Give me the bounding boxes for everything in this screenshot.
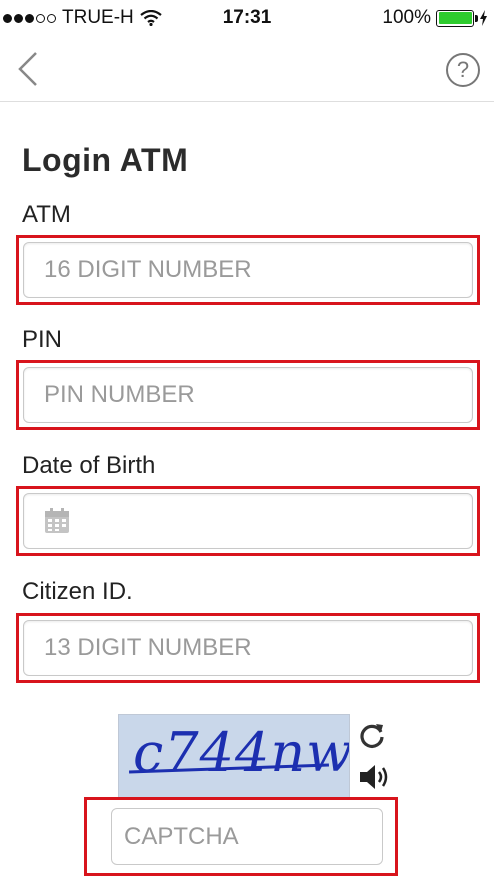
help-button[interactable]: ? [446, 53, 480, 87]
captcha-field-highlight [84, 797, 398, 876]
captcha-refresh-button[interactable] [357, 720, 387, 750]
citizen-id-field-highlight [16, 613, 480, 683]
captcha-audio-button[interactable] [357, 762, 393, 792]
back-button[interactable] [14, 50, 44, 88]
atm-field-highlight [16, 235, 480, 305]
refresh-icon [360, 724, 384, 748]
charging-icon [480, 10, 487, 26]
captcha-input[interactable] [111, 808, 383, 865]
captcha-image: c744nw [118, 714, 350, 798]
atm-label: ATM [22, 201, 71, 228]
speaker-icon [360, 765, 388, 789]
citizen-id-input[interactable] [23, 620, 473, 676]
page-title: Login ATM [22, 142, 189, 178]
battery-percent: 100% [382, 7, 431, 28]
pin-input[interactable] [23, 367, 473, 423]
captcha-image-text: c744nw [133, 721, 350, 784]
dob-label: Date of Birth [22, 452, 156, 479]
nav-bar: ? [0, 36, 494, 102]
dob-field-highlight [16, 486, 480, 556]
pin-label: PIN [22, 326, 63, 353]
battery-icon [436, 9, 478, 27]
date-of-birth-input[interactable] [23, 493, 473, 549]
question-icon: ? [456, 57, 470, 82]
calendar-icon [45, 508, 69, 533]
pin-field-highlight [16, 360, 480, 430]
chevron-left-icon [18, 52, 37, 86]
atm-number-input[interactable] [23, 242, 473, 298]
status-right: 100% [382, 7, 488, 29]
status-bar: TRUE-H 17:31 100% [0, 0, 494, 36]
citizen-id-label: Citizen ID. [22, 578, 133, 605]
